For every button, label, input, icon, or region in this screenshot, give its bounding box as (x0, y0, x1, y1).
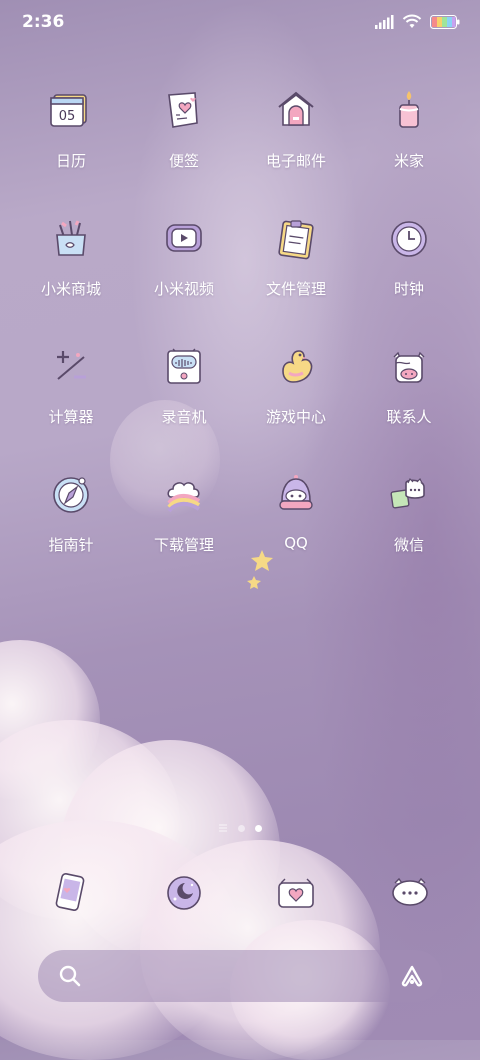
app-label: 小米商城 (40, 280, 101, 298)
status-bar: 2:36 (0, 0, 480, 44)
mi-store-icon (45, 212, 97, 264)
app-label: 计算器 (48, 408, 94, 426)
app-notes[interactable]: 便签 (128, 84, 240, 194)
phone-icon (55, 873, 85, 911)
mi-video-icon (158, 212, 210, 264)
game-center-icon (270, 340, 322, 392)
app-wechat[interactable]: 微信 (353, 468, 465, 578)
stars-decoration (247, 550, 273, 589)
app-label: 文件管理 (265, 280, 326, 298)
contacts-icon (383, 340, 435, 392)
email-icon (270, 84, 322, 136)
assistant-icon[interactable] (398, 964, 426, 988)
app-calendar[interactable]: 05 日历 (15, 84, 127, 194)
status-time: 2:36 (22, 12, 65, 32)
calendar-date: 05 (59, 109, 76, 124)
clock-icon (383, 212, 435, 264)
app-mi-store[interactable]: 小米商城 (15, 212, 127, 322)
status-icons (374, 14, 460, 29)
file-manager-icon (270, 212, 322, 264)
app-label: 小米视频 (153, 280, 214, 298)
notes-icon (158, 84, 210, 136)
app-email[interactable]: 电子邮件 (240, 84, 352, 194)
qq-icon (270, 468, 322, 520)
app-contacts[interactable]: 联系人 (353, 340, 465, 450)
app-mi-video[interactable]: 小米视频 (128, 212, 240, 322)
compass-icon (45, 468, 97, 520)
calendar-icon: 05 (45, 84, 97, 136)
app-label: 便签 (168, 152, 199, 170)
dock-messages[interactable] (384, 866, 436, 918)
app-label: 游戏中心 (265, 408, 326, 426)
app-label: 指南针 (48, 536, 94, 554)
menu-lines-icon (219, 824, 227, 832)
app-label: 微信 (393, 536, 424, 554)
app-label: 日历 (55, 152, 86, 170)
wechat-icon (383, 468, 435, 520)
app-calculator[interactable]: 计算器 (15, 340, 127, 450)
app-label: 录音机 (161, 408, 207, 426)
app-compass[interactable]: 指南针 (15, 468, 127, 578)
app-recorder[interactable]: 录音机 (128, 340, 240, 450)
recorder-icon (158, 340, 210, 392)
battery-icon (430, 14, 460, 29)
page-dot[interactable] (238, 824, 245, 832)
calculator-icon (45, 340, 97, 392)
camera-heart-icon (278, 878, 314, 908)
app-label: 联系人 (386, 408, 432, 426)
dock-camera[interactable] (270, 866, 322, 918)
app-mijia[interactable]: 米家 (353, 84, 465, 194)
browser-moon-icon (167, 876, 201, 910)
app-game-center[interactable]: 游戏中心 (240, 340, 352, 450)
signal-icon (375, 14, 394, 29)
app-file-manager[interactable]: 文件管理 (240, 212, 352, 322)
mijia-icon (383, 84, 435, 136)
app-clock[interactable]: 时钟 (353, 212, 465, 322)
dock (0, 866, 480, 926)
app-label: 时钟 (393, 280, 424, 298)
wifi-icon (402, 14, 422, 28)
downloads-icon (158, 468, 210, 520)
dock-browser[interactable] (158, 866, 210, 918)
messages-cow-icon (392, 877, 428, 906)
app-label: 电子邮件 (265, 152, 326, 170)
app-label: 下载管理 (153, 536, 214, 554)
page-dot-active[interactable] (255, 824, 262, 832)
search-icon[interactable] (58, 964, 82, 988)
page-indicator[interactable] (0, 824, 480, 832)
dock-phone[interactable] (44, 866, 96, 918)
search-bar[interactable] (38, 950, 442, 1002)
app-label: 米家 (393, 152, 424, 170)
app-downloads[interactable]: 下载管理 (128, 468, 240, 578)
